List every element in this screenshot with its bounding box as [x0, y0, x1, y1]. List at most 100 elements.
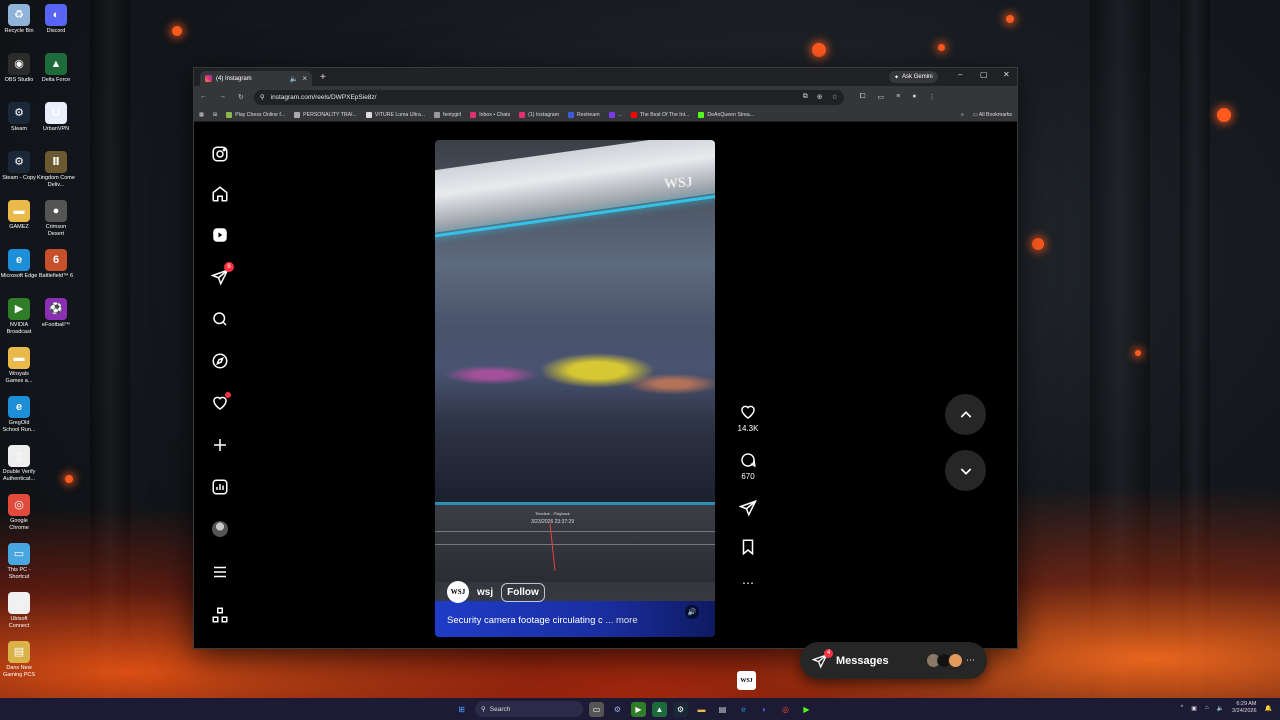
- comment-button[interactable]: 670: [734, 451, 762, 481]
- desktop-shortcut[interactable]: ◎ Google Chrome: [0, 494, 38, 532]
- nvidia-icon[interactable]: ▶: [631, 701, 646, 717]
- desktop-shortcut[interactable]: e GregOld School Run...: [0, 396, 38, 434]
- clock[interactable]: 6:29 AM 3/24/2026: [1232, 701, 1256, 715]
- address-bar[interactable]: ⚲ instagram.com/reels/DWPXEpSie8z/ ⧉ ⊕ ☆: [253, 89, 844, 105]
- tray-app-icon[interactable]: ▣: [1191, 705, 1197, 712]
- notepad-icon[interactable]: ▤: [715, 702, 730, 717]
- bookmark-item[interactable]: VITURE Luma Ultra...: [365, 111, 425, 118]
- desktop-shortcut[interactable]: ⚙ Steam - Copy: [0, 151, 38, 182]
- grid-icon[interactable]: ⊞: [213, 112, 217, 118]
- desktop-shortcut[interactable]: ▶ NVIDIA Broadcast: [0, 298, 38, 336]
- back-icon[interactable]: ←: [200, 93, 207, 101]
- desktop-shortcut[interactable]: ● Crimson Desert: [37, 200, 75, 238]
- desktop-shortcut[interactable]: U UrbanVPN: [37, 102, 75, 133]
- heart-notifications-icon[interactable]: [210, 392, 231, 413]
- desktop-shortcut[interactable]: ◌ Ubisoft Connect: [0, 592, 38, 630]
- mute-icon[interactable]: 🔊: [685, 605, 699, 619]
- edge-icon[interactable]: e: [736, 702, 751, 717]
- caption-more-link[interactable]: ... more: [605, 615, 637, 626]
- share-button[interactable]: [734, 499, 762, 520]
- speaker-icon[interactable]: 🔈: [290, 75, 299, 83]
- file-explorer-icon[interactable]: ▬: [694, 702, 709, 717]
- minimize-button[interactable]: –: [958, 70, 962, 79]
- site-info-icon[interactable]: ⚲: [260, 93, 265, 101]
- desktop-shortcut[interactable]: ▬ Wroyals Games a...: [0, 347, 38, 385]
- ask-gemini-button[interactable]: ✦ Ask Gemini: [889, 71, 938, 83]
- bookmarks-overflow-icon[interactable]: »: [961, 112, 964, 118]
- explore-icon[interactable]: [210, 351, 230, 371]
- desktop-shortcut[interactable]: ▯ Double Verify Authenticat...: [0, 445, 38, 483]
- reels-icon[interactable]: [210, 225, 230, 245]
- tab-instagram[interactable]: (4) Instagram 🔈 ×: [200, 71, 312, 86]
- desktop-shortcut[interactable]: ▲ Delta Force: [37, 53, 75, 84]
- instagram-logo-icon[interactable]: [210, 144, 230, 164]
- bookmark-item[interactable]: Restream: [568, 111, 600, 118]
- profile-avatar[interactable]: [210, 519, 230, 539]
- bookmark-item[interactable]: The Best Of The Int...: [630, 111, 689, 118]
- more-options-icon[interactable]: ⋯: [734, 576, 762, 590]
- windows-start-icon[interactable]: ⊞: [454, 702, 469, 717]
- menu-icon[interactable]: ⋮: [928, 93, 935, 101]
- bookmark-item[interactable]: (1) Instagram: [519, 111, 559, 118]
- apps-icon[interactable]: ▦: [199, 112, 204, 118]
- close-tab-icon[interactable]: ×: [302, 74, 307, 83]
- settings-icon[interactable]: ⚙: [610, 702, 625, 717]
- zoom-icon[interactable]: ⊕: [817, 93, 823, 101]
- all-bookmarks[interactable]: ▭ All Bookmarks: [973, 112, 1012, 118]
- search-icon[interactable]: [210, 309, 230, 329]
- desktop-shortcut[interactable]: ▭ This PC - Shortcut: [0, 543, 38, 581]
- bookmark-item[interactable]: Inbox • Chats: [470, 111, 510, 118]
- insights-icon[interactable]: [210, 477, 230, 497]
- bookmark-item[interactable]: ...: [608, 111, 622, 118]
- previous-reel-button[interactable]: [945, 394, 986, 435]
- desktop-shortcut[interactable]: ⚽ eFootball™: [37, 298, 75, 329]
- desktop-shortcut[interactable]: Ⅱ Kingdom Come Deliv...: [37, 151, 75, 189]
- bookmark-item[interactable]: DeAnQueen Strea...: [698, 111, 754, 118]
- also-from-meta-icon[interactable]: [210, 605, 230, 625]
- desktop-shortcut[interactable]: 6 Battlefield™ 6: [37, 249, 75, 280]
- messages-button[interactable]: 4 Messages ⋯: [800, 642, 987, 679]
- save-button[interactable]: [734, 538, 762, 559]
- system-tray-chevron-icon[interactable]: ^: [1180, 705, 1183, 711]
- task-view-icon[interactable]: ▭: [589, 701, 604, 717]
- reel-video[interactable]: WSJ Timeline - Playback 3/23/2026 23:37:…: [435, 140, 715, 637]
- next-reel-button[interactable]: [945, 450, 986, 491]
- kick-icon[interactable]: ▶: [799, 702, 814, 717]
- maximize-button[interactable]: ▢: [980, 70, 988, 79]
- create-icon[interactable]: [210, 435, 230, 455]
- bookmark-item[interactable]: fentygirl: [434, 111, 461, 118]
- taskbar-search[interactable]: ⚲ Search: [475, 701, 583, 717]
- desktop-shortcut[interactable]: e Microsoft Edge: [0, 249, 38, 280]
- media-icon[interactable]: ≡: [896, 93, 900, 101]
- close-window-button[interactable]: ✕: [1003, 70, 1010, 79]
- desktop-shortcut[interactable]: ◉ OBS Studio: [0, 53, 38, 84]
- direct-messages-icon[interactable]: 6: [210, 262, 234, 287]
- chrome-icon[interactable]: ◎: [778, 702, 793, 717]
- install-app-icon[interactable]: ⧉: [803, 93, 808, 101]
- bookmark-item[interactable]: PERSONALITY TRAI...: [294, 111, 357, 118]
- follow-button[interactable]: Follow: [501, 582, 545, 602]
- discord-icon[interactable]: ◐: [757, 702, 772, 717]
- forward-icon[interactable]: →: [219, 93, 226, 101]
- desktop-shortcut[interactable]: ⚙ Steam: [0, 102, 38, 133]
- notifications-icon[interactable]: 🔔: [1265, 705, 1272, 712]
- split-view-icon[interactable]: ▭: [877, 93, 884, 101]
- xbox-icon[interactable]: ▲: [652, 701, 667, 717]
- desktop-shortcut[interactable]: ♻ Recycle Bin: [0, 4, 38, 35]
- desktop-shortcut[interactable]: ▬ GAMEZ: [0, 200, 38, 231]
- author-username[interactable]: wsj: [477, 587, 493, 598]
- bookmark-item[interactable]: Play Chess Online f...: [226, 111, 285, 118]
- extensions-icon[interactable]: ⧠: [860, 93, 866, 101]
- reload-icon[interactable]: ↻: [238, 93, 244, 101]
- desktop-shortcut[interactable]: ◐ Discord: [37, 4, 75, 35]
- more-menu-icon[interactable]: [210, 562, 230, 582]
- star-icon[interactable]: ☆: [832, 93, 838, 101]
- new-tab-button[interactable]: +: [320, 72, 326, 83]
- audio-thumbnail[interactable]: WSJ: [737, 671, 756, 690]
- network-icon[interactable]: ⌂: [1205, 705, 1209, 711]
- home-icon[interactable]: [210, 184, 230, 204]
- profile-icon[interactable]: ●: [912, 93, 916, 101]
- volume-icon[interactable]: 🔈: [1217, 705, 1224, 712]
- steam-icon[interactable]: ⚙: [673, 701, 688, 717]
- author-avatar[interactable]: WSJ: [447, 581, 469, 603]
